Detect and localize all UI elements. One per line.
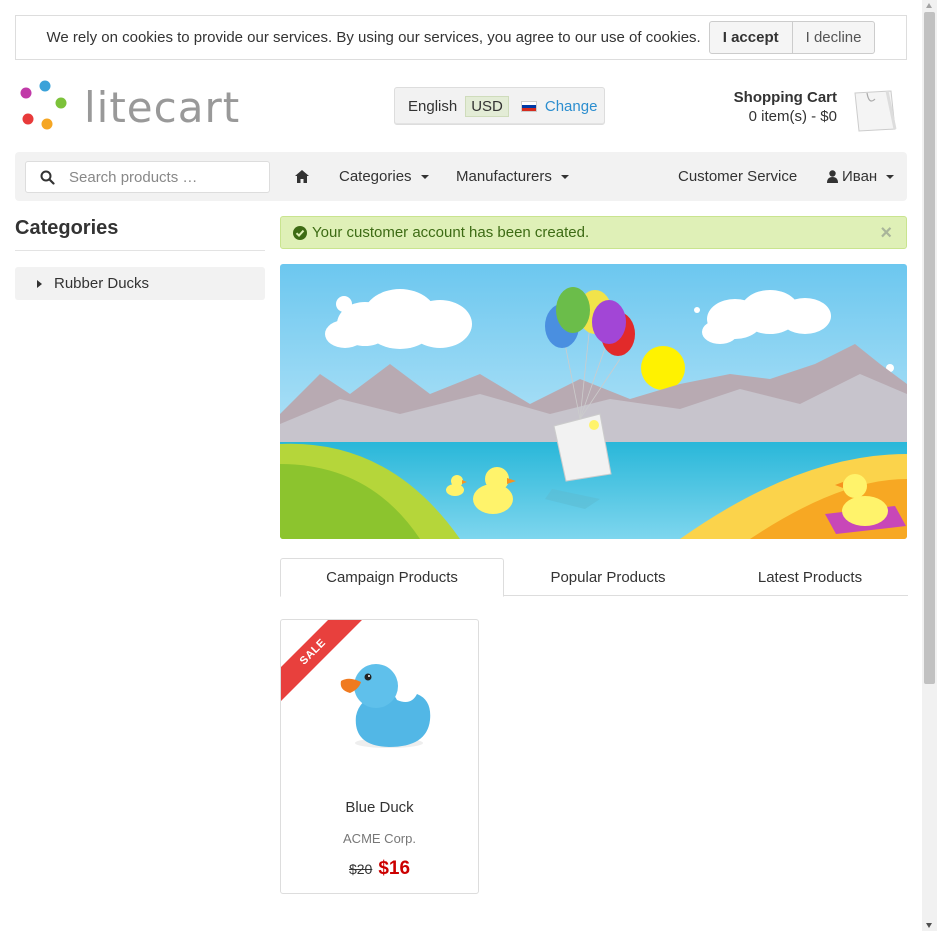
categories-menu-label: Categories bbox=[339, 168, 412, 185]
success-alert: Your customer account has been created. … bbox=[280, 216, 907, 249]
russia-flag-icon bbox=[520, 100, 537, 112]
logo-text: litecart bbox=[84, 83, 240, 132]
search-box[interactable] bbox=[25, 161, 270, 193]
scroll-up-arrow-icon[interactable] bbox=[926, 3, 932, 8]
hero-banner[interactable] bbox=[280, 264, 907, 539]
close-icon[interactable]: × bbox=[880, 222, 892, 245]
chevron-down-icon bbox=[560, 174, 569, 179]
cart-summary: 0 item(s) - $0 bbox=[748, 108, 837, 125]
main-navbar: Categories Manufacturers Customer Servic… bbox=[15, 152, 907, 201]
home-link[interactable] bbox=[295, 152, 309, 201]
scroll-down-arrow-icon[interactable] bbox=[926, 923, 932, 928]
categories-menu[interactable]: Categories bbox=[339, 152, 429, 201]
sidebar-item-label: Rubber Ducks bbox=[54, 275, 150, 292]
tab-latest-products[interactable]: Latest Products bbox=[712, 558, 908, 596]
home-icon bbox=[295, 170, 309, 183]
sidebar-divider bbox=[15, 250, 265, 251]
product-manufacturer: ACME Corp. bbox=[343, 831, 416, 846]
caret-right-icon bbox=[37, 279, 42, 288]
customer-service-link[interactable]: Customer Service bbox=[678, 152, 797, 201]
region-selector[interactable]: English USD Change bbox=[394, 87, 605, 125]
cookie-notice-text: We rely on cookies to provide our servic… bbox=[46, 29, 701, 46]
chevron-down-icon bbox=[420, 174, 429, 179]
campaign-price: $16 bbox=[378, 858, 411, 879]
product-tabs: Campaign Products Popular Products Lates… bbox=[280, 558, 908, 597]
user-icon bbox=[827, 170, 838, 183]
product-image[interactable] bbox=[331, 648, 441, 758]
regular-price: $20 bbox=[348, 861, 373, 877]
shopping-cart[interactable]: Shopping Cart 0 item(s) - $0 bbox=[701, 86, 901, 134]
cart-title: Shopping Cart bbox=[733, 89, 837, 106]
alert-message: Your customer account has been created. bbox=[312, 224, 590, 241]
customer-service-label: Customer Service bbox=[678, 168, 798, 185]
language-label: English bbox=[408, 97, 458, 115]
banner-illustration bbox=[280, 264, 907, 539]
tab-popular-products[interactable]: Popular Products bbox=[504, 558, 712, 596]
chevron-down-icon bbox=[886, 174, 895, 179]
sidebar-title: Categories bbox=[15, 217, 119, 239]
sidebar-item-rubber-ducks[interactable]: Rubber Ducks bbox=[15, 267, 265, 300]
cookie-notice: We rely on cookies to provide our servic… bbox=[15, 15, 907, 60]
page-scrollbar[interactable] bbox=[922, 0, 937, 931]
account-menu-label: Иван bbox=[842, 168, 878, 185]
check-circle-icon bbox=[293, 225, 307, 240]
scrollbar-thumb[interactable] bbox=[924, 12, 935, 684]
account-menu[interactable]: Иван bbox=[827, 152, 895, 201]
currency-label: USD bbox=[465, 95, 509, 117]
product-name[interactable]: Blue Duck bbox=[281, 799, 478, 816]
search-icon bbox=[40, 170, 55, 185]
product-price: $20 $16 bbox=[281, 858, 478, 880]
decline-cookies-button[interactable]: I decline bbox=[793, 22, 875, 53]
cookie-button-group: I accept I decline bbox=[708, 21, 876, 54]
manufacturers-menu[interactable]: Manufacturers bbox=[456, 152, 569, 201]
manufacturers-menu-label: Manufacturers bbox=[456, 168, 552, 185]
site-logo[interactable]: litecart bbox=[18, 78, 262, 132]
accept-cookies-button[interactable]: I accept bbox=[710, 22, 793, 53]
change-region-link[interactable]: Change bbox=[545, 98, 598, 115]
tab-campaign-products[interactable]: Campaign Products bbox=[280, 558, 504, 597]
shopping-bag-icon bbox=[851, 87, 897, 133]
search-input[interactable] bbox=[69, 168, 259, 186]
product-card[interactable]: SALE Blue Duck ACME Corp. $20 $16 bbox=[280, 619, 479, 894]
